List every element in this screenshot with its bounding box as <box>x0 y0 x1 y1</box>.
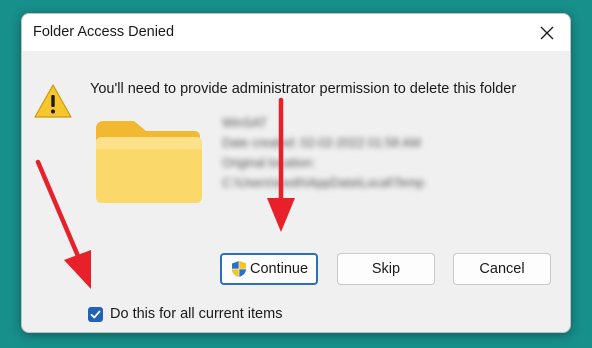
folder-access-denied-dialog: Folder Access Denied You'll need to prov… <box>21 13 571 333</box>
skip-button[interactable]: Skip <box>337 253 435 285</box>
detail-date-created: Date created: 02-02-2022 01:58 AM <box>222 136 421 150</box>
dialog-title: Folder Access Denied <box>33 24 175 40</box>
continue-button[interactable]: Continue <box>220 253 318 285</box>
uac-shield-icon <box>231 261 246 277</box>
detail-name: WinSAT <box>222 116 267 130</box>
dialog-body: You'll need to provide administrator per… <box>22 51 570 332</box>
checkmark-icon <box>90 310 101 318</box>
close-button[interactable] <box>524 14 570 51</box>
apply-to-all-checkbox[interactable] <box>88 306 103 322</box>
detail-original-location-label: Original location: <box>222 156 316 170</box>
dialog-titlebar: Folder Access Denied <box>22 14 570 51</box>
cancel-button-label: Cancel <box>479 261 525 277</box>
continue-button-label: Continue <box>249 261 309 277</box>
apply-to-all-row[interactable]: Do this for all current items <box>88 306 282 322</box>
cancel-button[interactable]: Cancel <box>453 253 551 285</box>
apply-to-all-label: Do this for all current items <box>110 306 283 322</box>
dialog-message: You'll need to provide administrator per… <box>90 81 517 97</box>
folder-details: WinSAT Date created: 02-02-2022 01:58 AM… <box>222 113 424 193</box>
skip-button-label: Skip <box>371 261 401 277</box>
warning-icon <box>34 84 72 118</box>
close-icon <box>540 26 554 39</box>
folder-icon <box>96 121 202 203</box>
detail-original-location-path: C:\Users\sooth\AppData\Local\Temp <box>222 176 425 190</box>
